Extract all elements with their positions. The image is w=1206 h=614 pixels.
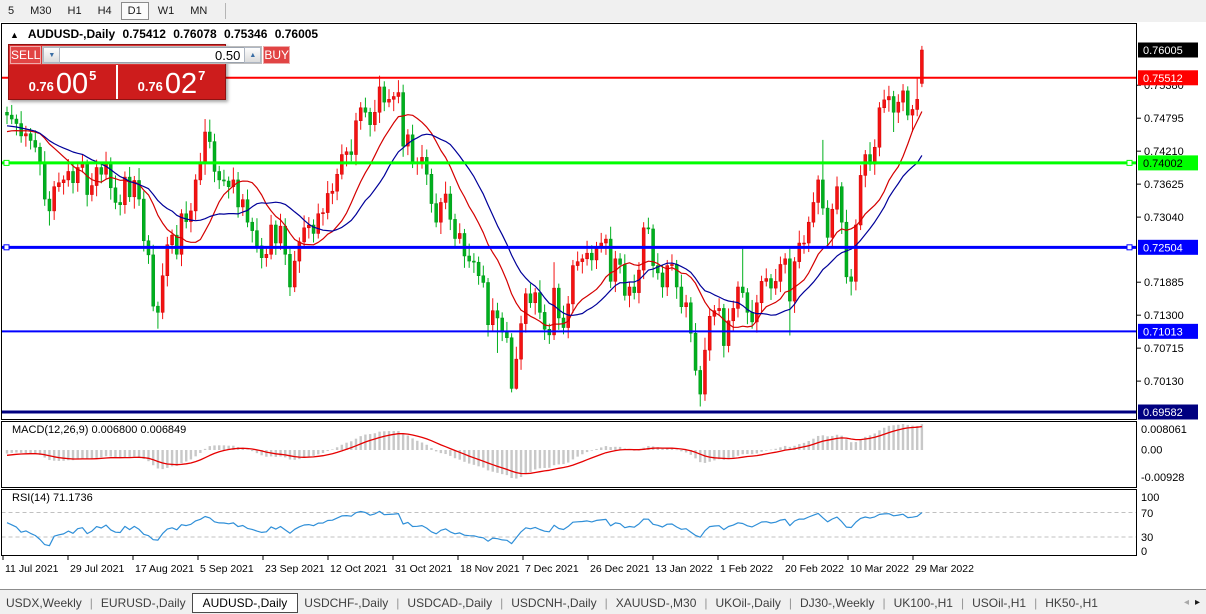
svg-text:0.74002: 0.74002 xyxy=(1143,158,1183,170)
svg-text:0.75512: 0.75512 xyxy=(1143,73,1183,85)
svg-text:100: 100 xyxy=(1141,492,1159,504)
svg-text:7 Dec 2021: 7 Dec 2021 xyxy=(525,563,579,575)
timeframe-button-h4[interactable]: H4 xyxy=(91,2,119,20)
svg-text:0.71885: 0.71885 xyxy=(1144,277,1184,289)
tab-eurusd-daily[interactable]: EURUSD-,Daily xyxy=(95,593,192,613)
rsi-pane-label: RSI(14) 71.1736 xyxy=(12,492,93,504)
buy-button[interactable]: BUY xyxy=(263,46,291,64)
svg-text:13 Jan 2022: 13 Jan 2022 xyxy=(655,563,713,575)
ohlc-close: 0.76005 xyxy=(274,27,319,41)
tab-usdcnh-daily[interactable]: USDCNH-,Daily xyxy=(505,593,602,613)
tab-separator: | xyxy=(396,595,400,610)
application-window: 11 Jul 2021 29 Jul 2021 17 Aug 2021 5 Sep 2… xyxy=(0,0,1206,614)
tab-separator: | xyxy=(882,595,886,610)
volume-input[interactable] xyxy=(60,47,245,63)
chart-ohlc-header: ▲ AUDUSD-,Daily 0.75412 0.76078 0.75346 … xyxy=(10,27,322,41)
svg-text:0.71300: 0.71300 xyxy=(1144,310,1184,322)
svg-text:0.008061: 0.008061 xyxy=(1141,424,1187,436)
symbol-title: AUDUSD-,Daily xyxy=(27,27,116,41)
svg-text:0.69582: 0.69582 xyxy=(1143,407,1183,419)
tab-dj30-weekly[interactable]: DJ30-,Weekly xyxy=(794,593,880,613)
volume-increase-icon[interactable]: ▲ xyxy=(244,47,262,63)
buy-price-quote[interactable]: 0.76 02 7 xyxy=(118,65,225,99)
symbol-tabs: USDX,Weekly | EURUSD-,Daily AUDUSD-,Daily US… xyxy=(0,590,1178,614)
one-click-trade-panel: SELL ▼ ▲ BUY 0.76 00 5 0.76 02 7 xyxy=(8,44,291,100)
tab-separator: | xyxy=(960,595,965,610)
tab-ukoil-daily[interactable]: UKOil-,Daily xyxy=(710,593,787,613)
symbol-tab-bar: USDX,Weekly | EURUSD-,Daily AUDUSD-,Daily US… xyxy=(0,589,1206,614)
svg-text:29 Mar 2022: 29 Mar 2022 xyxy=(915,563,974,575)
sell-price-big: 00 xyxy=(55,68,89,100)
tab-separator: | xyxy=(500,595,504,610)
tab-separator: | xyxy=(704,595,708,610)
tab-scroll-controls: ◂ ▸ xyxy=(1178,597,1206,608)
svg-text:20 Feb 2022: 20 Feb 2022 xyxy=(785,563,844,575)
tab-hk50-h1[interactable]: HK50-,H1 xyxy=(1039,593,1104,613)
tab-usdcad-daily[interactable]: USDCAD-,Daily xyxy=(401,593,498,613)
tab-separator: | xyxy=(604,595,608,610)
svg-text:26 Dec 2021: 26 Dec 2021 xyxy=(590,563,650,575)
tabs-scroll-right-icon[interactable]: ▸ xyxy=(1195,597,1200,608)
timeframe-buttons: 5 M30 H1 H4 D1 W1 MN xyxy=(0,2,215,20)
timeframe-button-d1[interactable]: D1 xyxy=(120,2,149,20)
svg-text:18 Nov 2021: 18 Nov 2021 xyxy=(460,563,520,575)
timeframe-button-mn[interactable]: MN xyxy=(183,2,214,20)
svg-text:0.70715: 0.70715 xyxy=(1144,343,1184,355)
svg-text:0.00: 0.00 xyxy=(1141,445,1162,457)
tab-separator: | xyxy=(788,595,792,610)
svg-text:5 Sep 2021: 5 Sep 2021 xyxy=(200,563,254,575)
buy-price-prefix: 0.76 xyxy=(137,79,163,94)
svg-text:12 Oct 2021: 12 Oct 2021 xyxy=(330,563,387,575)
volume-decrease-icon[interactable]: ▼ xyxy=(43,47,61,63)
tab-usoil-h1[interactable]: USOil-,H1 xyxy=(966,593,1032,613)
timeframe-button-m30[interactable]: M30 xyxy=(23,2,58,20)
svg-text:31 Oct 2021: 31 Oct 2021 xyxy=(395,563,452,575)
svg-text:30: 30 xyxy=(1141,532,1153,544)
timeframe-button-h1[interactable]: H1 xyxy=(61,2,89,20)
svg-text:10 Mar 2022: 10 Mar 2022 xyxy=(850,563,909,575)
tab-xauusd-m30[interactable]: XAUUSD-,M30 xyxy=(610,593,703,613)
svg-text:11 Jul 2021: 11 Jul 2021 xyxy=(5,563,59,575)
buy-price-pip: 7 xyxy=(198,68,206,83)
svg-text:70: 70 xyxy=(1141,508,1153,520)
sell-price-pip: 5 xyxy=(89,68,97,83)
sell-button[interactable]: SELL xyxy=(10,46,42,64)
volume-stepper: ▼ ▲ xyxy=(42,46,263,64)
svg-text:1 Feb 2022: 1 Feb 2022 xyxy=(720,563,773,575)
tab-audusd-daily[interactable]: AUDUSD-,Daily xyxy=(191,592,299,613)
svg-text:-0.00928: -0.00928 xyxy=(1141,472,1184,484)
timeframe-toolbar: 5 M30 H1 H4 D1 W1 MN xyxy=(0,0,1206,22)
collapse-triangle-icon[interactable]: ▲ xyxy=(10,30,19,40)
tabs-scroll-left-icon[interactable]: ◂ xyxy=(1184,597,1189,608)
macd-pane-label: MACD(12,26,9) 0.006800 0.006849 xyxy=(12,424,187,436)
toolbar-divider xyxy=(225,3,227,19)
svg-text:0.70130: 0.70130 xyxy=(1144,376,1184,388)
buy-price-big: 02 xyxy=(164,68,198,100)
svg-text:0.74795: 0.74795 xyxy=(1144,113,1184,125)
sell-price-quote[interactable]: 0.76 00 5 xyxy=(9,65,116,99)
svg-text:17 Aug 2021: 17 Aug 2021 xyxy=(135,563,194,575)
ohlc-low: 0.75346 xyxy=(223,27,268,41)
tab-usdchf-daily[interactable]: USDCHF-,Daily xyxy=(298,593,394,613)
tab-usdx-weekly[interactable]: USDX,Weekly xyxy=(0,593,88,613)
tab-uk100-h1[interactable]: UK100-,H1 xyxy=(888,593,959,613)
svg-text:23 Sep 2021: 23 Sep 2021 xyxy=(265,563,325,575)
svg-text:0.72504: 0.72504 xyxy=(1143,242,1183,254)
ohlc-high: 0.76078 xyxy=(173,27,217,41)
svg-text:0.76005: 0.76005 xyxy=(1143,45,1183,57)
timeframe-button-w1[interactable]: W1 xyxy=(151,2,182,20)
svg-text:0.71013: 0.71013 xyxy=(1143,326,1183,338)
sell-price-prefix: 0.76 xyxy=(28,79,54,94)
svg-text:0.73040: 0.73040 xyxy=(1144,212,1184,224)
timeframe-button-5[interactable]: 5 xyxy=(1,2,21,20)
ohlc-open: 0.75412 xyxy=(122,27,166,41)
svg-text:0: 0 xyxy=(1141,546,1147,558)
tab-separator: | xyxy=(1034,595,1038,610)
svg-text:0.73625: 0.73625 xyxy=(1144,179,1184,191)
tab-separator: | xyxy=(89,595,93,610)
svg-text:29 Jul 2021: 29 Jul 2021 xyxy=(70,563,124,575)
